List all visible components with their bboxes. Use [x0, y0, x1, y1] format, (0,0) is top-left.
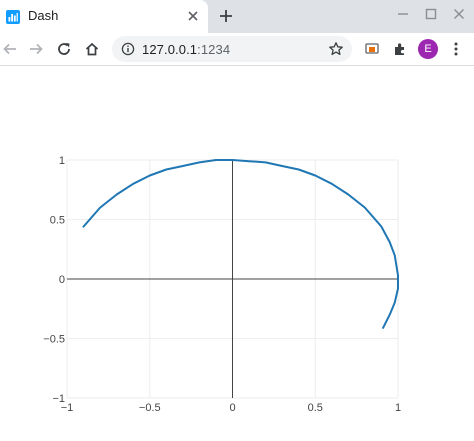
new-tab-icon[interactable]: [218, 8, 234, 24]
url-port: :1234: [197, 42, 231, 57]
url-host: 127.0.0.1: [142, 42, 198, 57]
y-tick-label: −1: [52, 393, 65, 405]
cast-media-icon[interactable]: [364, 41, 380, 57]
line-chart[interactable]: −1 −0.5 0 0.5 1 1 0.5 0 −0.5 −1: [0, 66, 474, 441]
maximize-window-icon[interactable]: [424, 7, 438, 21]
url-text: 127.0.0.1:1234: [142, 42, 230, 57]
y-tick-labels: 1 0.5 0 −0.5 −1: [43, 155, 65, 405]
x-tick-label: 0.5: [308, 402, 323, 414]
dash-chart-icon: [6, 10, 20, 24]
forward-arrow-icon[interactable]: [28, 41, 44, 57]
reload-icon[interactable]: [56, 41, 72, 57]
back-arrow-icon[interactable]: [2, 41, 18, 57]
x-tick-label: 1: [395, 402, 401, 414]
tab-strip: Dash: [0, 0, 474, 33]
y-tick-label: −0.5: [43, 334, 65, 346]
x-tick-label: 0: [229, 402, 235, 414]
y-tick-label: 0.5: [50, 215, 65, 227]
series-line[interactable]: [82, 159, 399, 329]
bookmark-star-icon[interactable]: [328, 41, 344, 57]
home-icon[interactable]: [84, 41, 100, 57]
extensions-puzzle-icon[interactable]: [392, 41, 408, 57]
close-tab-icon[interactable]: [186, 9, 200, 23]
menu-kebab-icon[interactable]: [448, 41, 464, 57]
site-info-icon[interactable]: [121, 42, 135, 56]
tab-title: Dash: [28, 8, 59, 23]
profile-avatar[interactable]: E: [418, 39, 438, 59]
page-content: −1 −0.5 0 0.5 1 1 0.5 0 −0.5 −1: [0, 66, 474, 441]
series-layer: [82, 159, 399, 329]
close-window-icon[interactable]: [452, 7, 466, 21]
y-tick-label: 0: [59, 274, 65, 286]
browser-toolbar: 127.0.0.1:1234 E: [0, 33, 474, 66]
browser-tab[interactable]: Dash: [0, 0, 208, 33]
x-tick-labels: −1 −0.5 0 0.5 1: [61, 402, 401, 414]
x-tick-label: −0.5: [139, 402, 161, 414]
address-bar[interactable]: 127.0.0.1:1234: [112, 36, 352, 62]
minimize-window-icon[interactable]: [396, 7, 410, 21]
y-tick-label: 1: [59, 155, 65, 167]
